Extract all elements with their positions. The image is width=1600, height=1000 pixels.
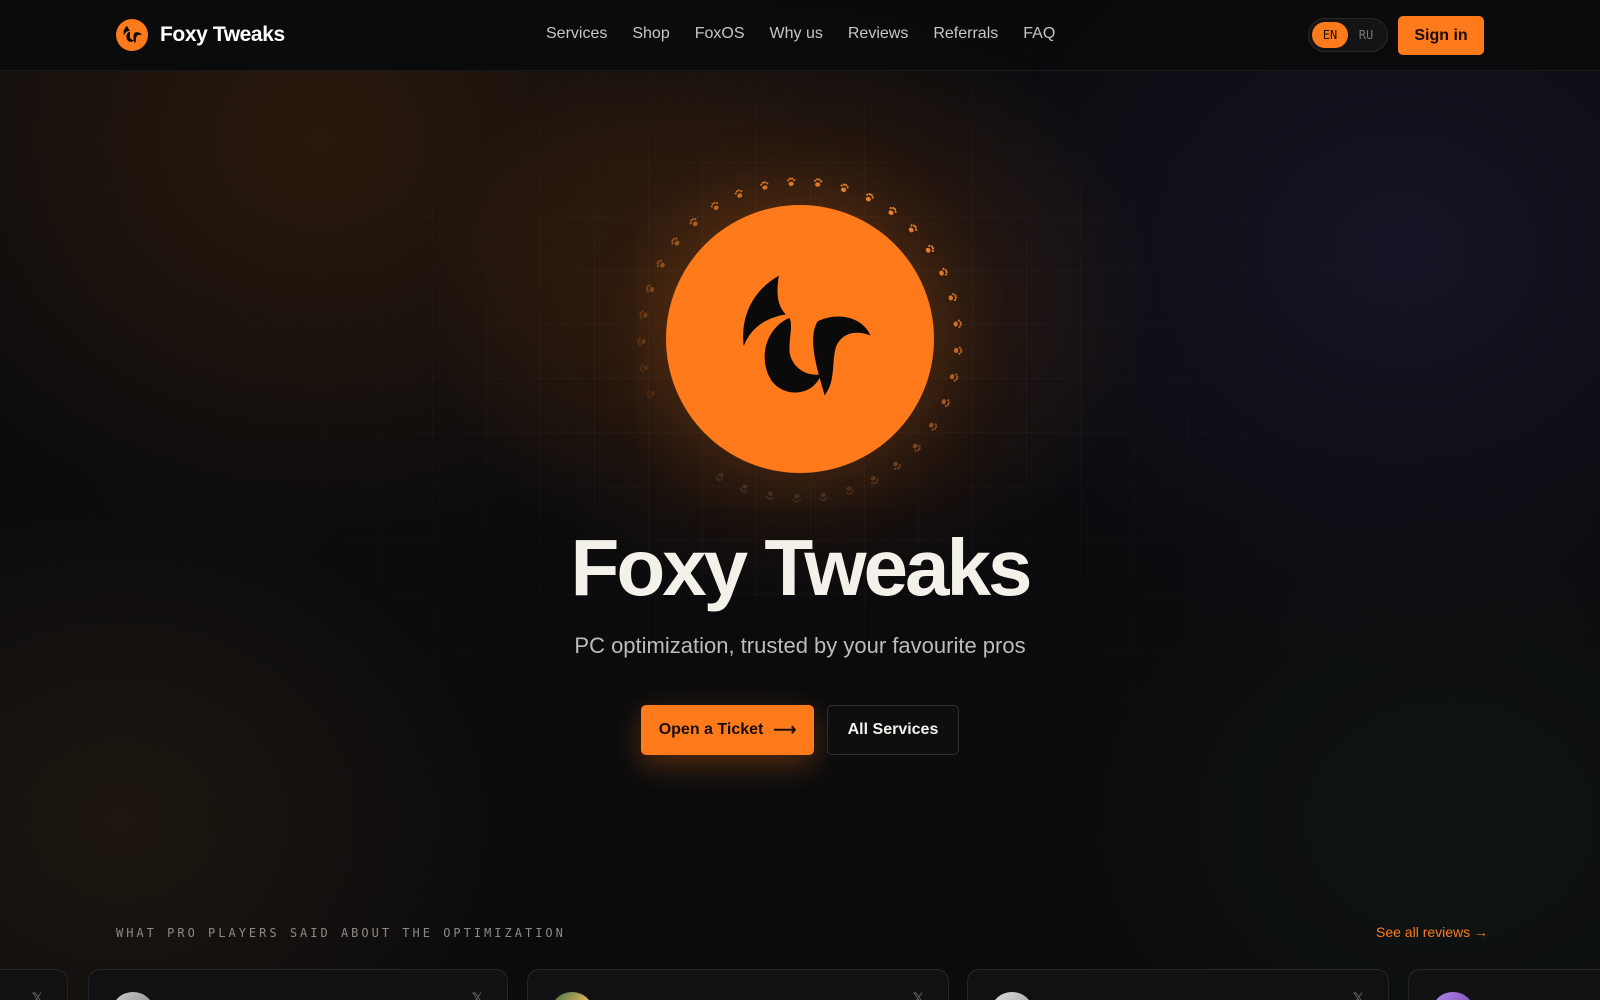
paw-print-icon bbox=[760, 181, 769, 190]
paw-print-icon bbox=[819, 492, 828, 502]
paw-print-icon bbox=[646, 390, 656, 399]
brand-name: Foxy Tweaks bbox=[160, 23, 285, 46]
paw-print-icon bbox=[948, 292, 958, 302]
x-logo-icon: 𝕏 bbox=[471, 990, 483, 1000]
open-ticket-button[interactable]: Open a Ticket ⟶ bbox=[641, 705, 814, 755]
nav-faq[interactable]: FAQ bbox=[1023, 25, 1055, 43]
paw-print-icon bbox=[888, 206, 897, 216]
hero-subtitle: PC optimization, trusted by your favouri… bbox=[574, 633, 1026, 658]
nav-why-us[interactable]: Why us bbox=[770, 25, 823, 43]
paw-print-icon bbox=[840, 183, 849, 192]
paw-print-icon bbox=[671, 237, 680, 246]
paw-print-icon bbox=[929, 422, 938, 431]
review-card[interactable]: 𝕏 bbox=[967, 969, 1389, 1000]
avatar bbox=[111, 992, 155, 1000]
paw-print-icon bbox=[845, 486, 854, 495]
x-logo-icon: 𝕏 bbox=[1352, 990, 1364, 1000]
paw-print-icon bbox=[941, 399, 951, 408]
paw-print-icon bbox=[912, 443, 921, 452]
paw-print-icon bbox=[689, 217, 698, 227]
paw-print-icon bbox=[639, 310, 648, 319]
paw-print-icon bbox=[639, 364, 649, 373]
paw-print-icon bbox=[953, 346, 963, 355]
paw-print-icon bbox=[637, 337, 646, 346]
paw-print-icon bbox=[792, 494, 801, 503]
review-card[interactable]: 𝕏 bbox=[0, 969, 68, 1000]
language-toggle: EN RU bbox=[1308, 18, 1388, 52]
hero-title: Foxy Tweaks bbox=[570, 523, 1032, 612]
sign-in-button[interactable]: Sign in bbox=[1398, 16, 1484, 55]
paw-print-icon bbox=[715, 472, 724, 482]
paw-print-icon bbox=[786, 177, 796, 186]
top-nav-bar: Foxy Tweaks Services Shop FoxOS Why us R… bbox=[0, 0, 1600, 71]
paw-print-icon bbox=[953, 319, 963, 328]
avatar bbox=[1431, 992, 1475, 1000]
avatar bbox=[550, 992, 594, 1000]
paw-print-icon bbox=[908, 224, 918, 233]
reviews-section-label: WHAT PRO PLAYERS SAID ABOUT THE OPTIMIZA… bbox=[116, 926, 566, 940]
arrow-right-icon: ⟶ bbox=[773, 722, 797, 739]
paw-print-icon bbox=[734, 189, 743, 198]
paw-print-icon bbox=[865, 193, 874, 202]
hero-fox-logo-icon bbox=[666, 205, 934, 473]
nav-referrals[interactable]: Referrals bbox=[933, 25, 998, 43]
paw-print-icon bbox=[710, 201, 719, 211]
nav-reviews[interactable]: Reviews bbox=[848, 25, 908, 43]
paw-print-icon bbox=[939, 267, 948, 276]
hero-logo-area bbox=[620, 160, 980, 520]
paw-print-icon bbox=[893, 461, 902, 470]
paw-print-icon bbox=[949, 373, 959, 382]
paw-print-icon bbox=[765, 491, 774, 501]
paw-print-icon bbox=[813, 178, 823, 187]
review-card[interactable] bbox=[1408, 969, 1600, 1000]
paw-print-icon bbox=[925, 244, 935, 253]
fox-logo-icon bbox=[116, 19, 148, 51]
open-ticket-label: Open a Ticket bbox=[658, 721, 764, 738]
review-card[interactable]: 𝕏 bbox=[88, 969, 508, 1000]
review-card[interactable]: 𝕏 bbox=[527, 969, 949, 1000]
paw-print-icon bbox=[656, 259, 665, 268]
lang-option-ru[interactable]: RU bbox=[1348, 22, 1384, 48]
main-nav: Services Shop FoxOS Why us Reviews Refer… bbox=[546, 25, 1055, 43]
nav-services[interactable]: Services bbox=[546, 25, 607, 43]
see-all-reviews-link[interactable]: See all reviews → bbox=[1376, 924, 1488, 940]
nav-shop[interactable]: Shop bbox=[632, 25, 669, 43]
paw-print-icon bbox=[645, 284, 655, 293]
paw-print-icon bbox=[739, 484, 748, 493]
avatar bbox=[990, 992, 1034, 1000]
brand-link[interactable]: Foxy Tweaks bbox=[116, 19, 285, 51]
nav-foxos[interactable]: FoxOS bbox=[695, 25, 745, 43]
all-services-button[interactable]: All Services bbox=[827, 705, 959, 755]
lang-option-en[interactable]: EN bbox=[1312, 22, 1348, 48]
x-logo-icon: 𝕏 bbox=[912, 990, 924, 1000]
paw-print-icon bbox=[870, 475, 879, 485]
x-logo-icon: 𝕏 bbox=[31, 990, 43, 1000]
